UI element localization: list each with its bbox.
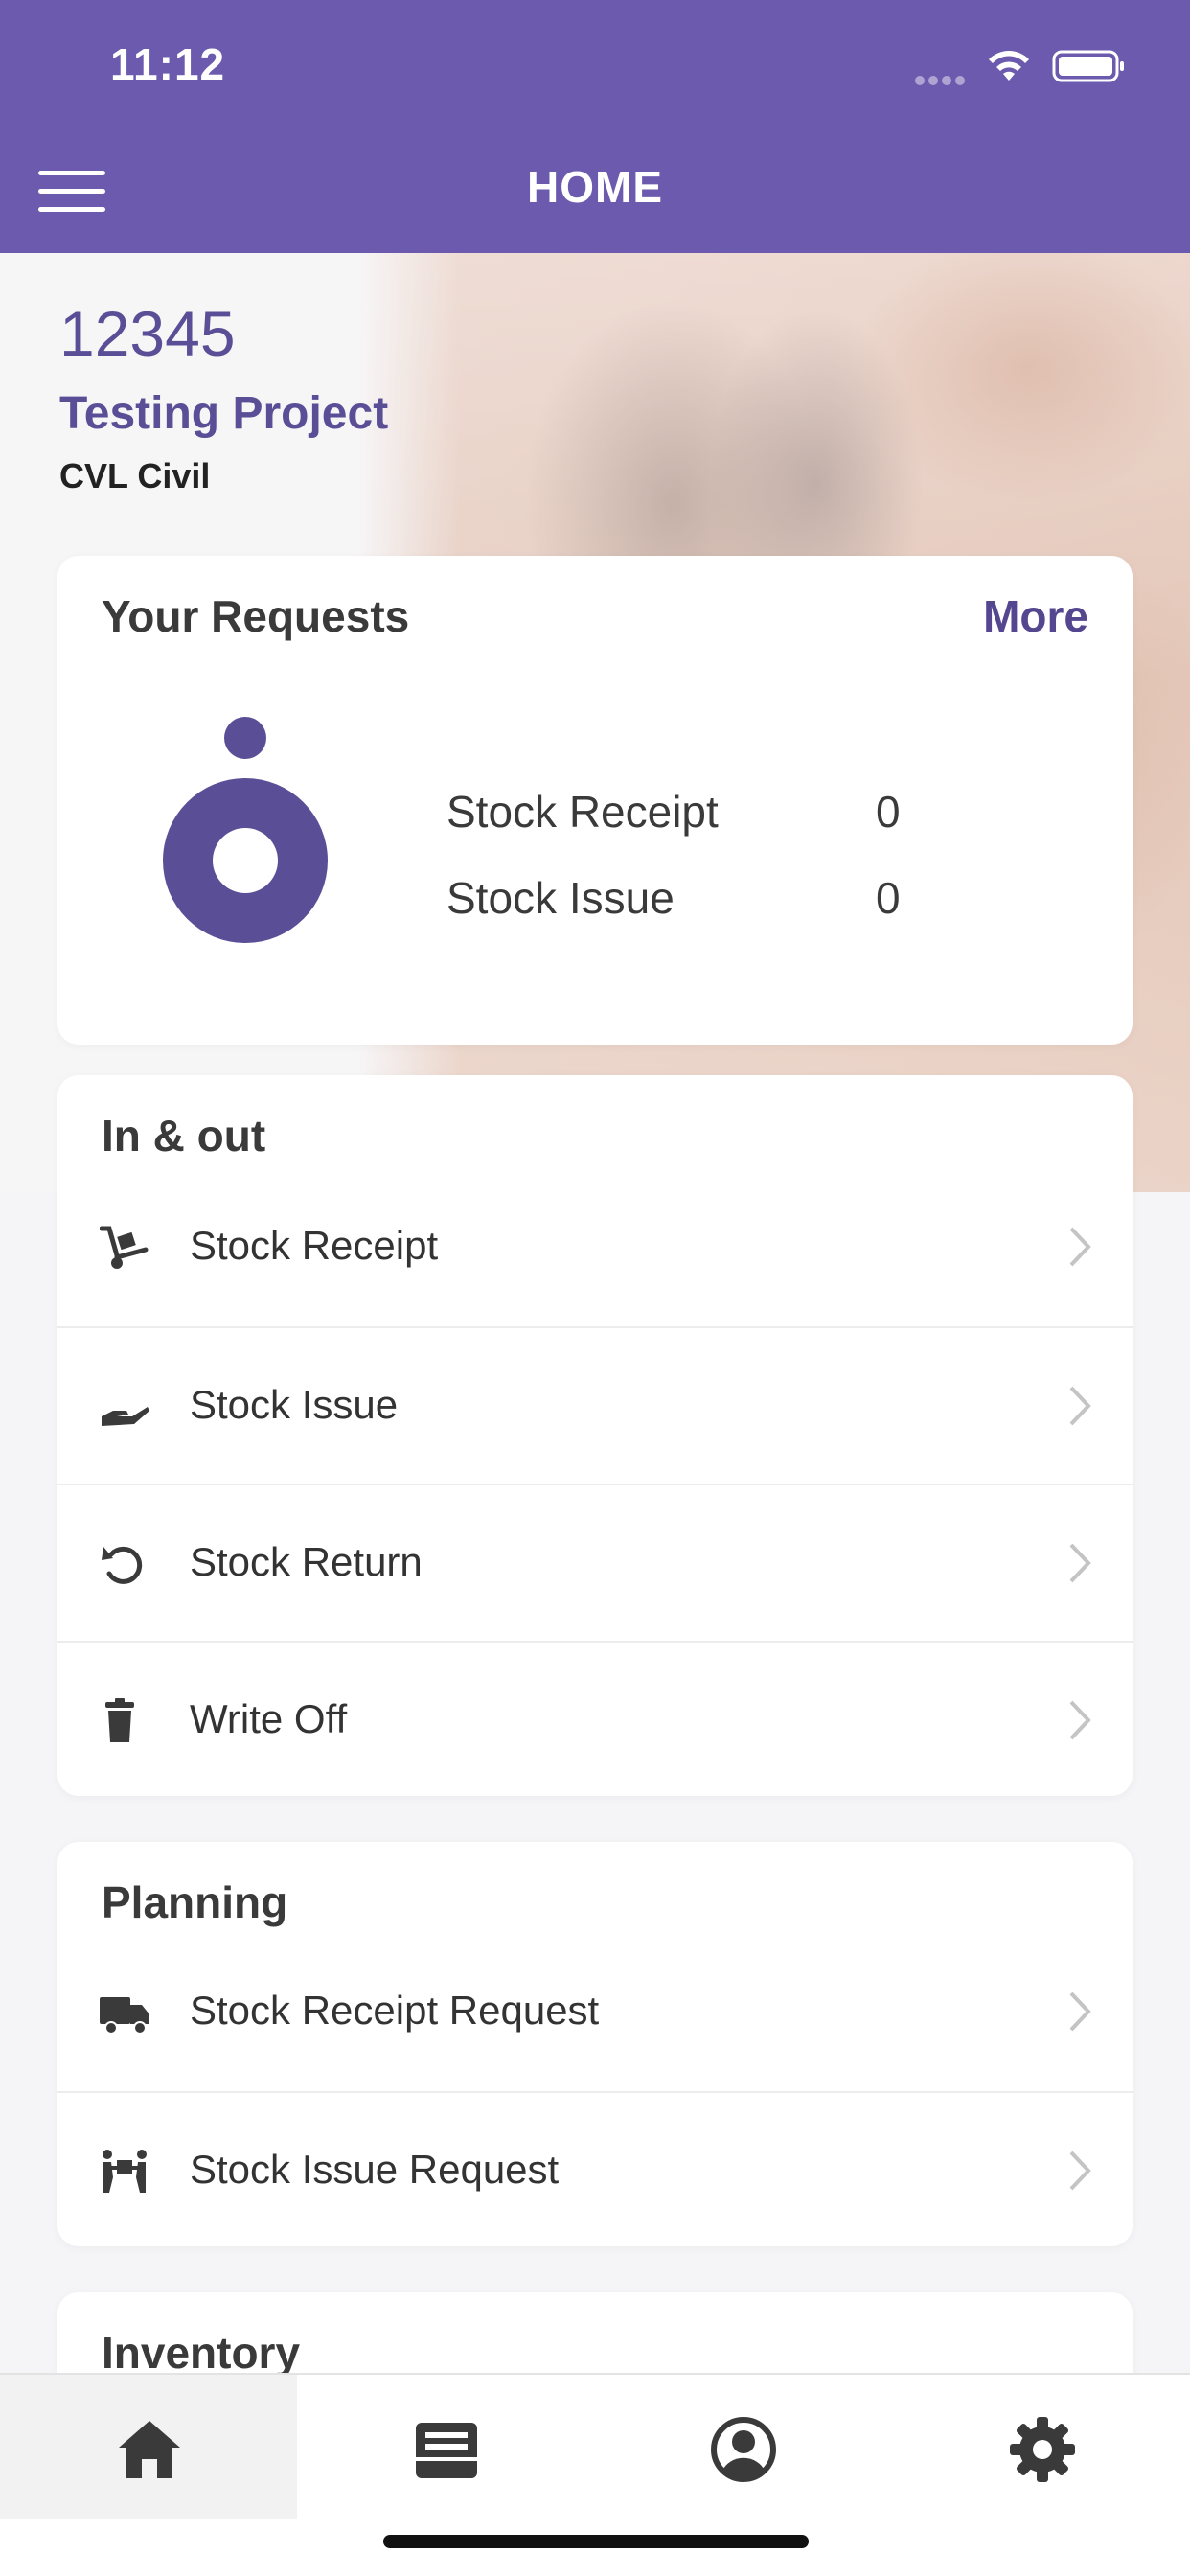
list-item-stock-receipt[interactable]: Stock Receipt: [57, 1169, 1133, 1326]
inbox-icon: [416, 2423, 477, 2478]
list-item-stock-receipt-request[interactable]: Stock Receipt Request: [57, 1934, 1133, 2091]
undo-icon: [102, 1546, 143, 1584]
chevron-right-icon: [1069, 1543, 1091, 1583]
project-name: Testing Project: [59, 388, 389, 439]
signal-icon: [915, 73, 969, 85]
chevron-right-icon: [1069, 1386, 1091, 1426]
people-carry-icon: [103, 2150, 147, 2193]
user-icon: [711, 2417, 776, 2482]
list-item-label: Stock Receipt Request: [190, 1988, 600, 2033]
list-item-label: Write Off: [190, 1696, 348, 1741]
tab-inbox[interactable]: [297, 2375, 594, 2518]
section-title-planning: Planning: [102, 1877, 288, 1927]
request-label: Stock Receipt: [446, 787, 719, 837]
request-count: 0: [876, 787, 901, 837]
status-time: 11:12: [110, 39, 226, 89]
in-out-card: In & out Stock Receipt Stock Issue Stock…: [57, 1075, 1133, 1796]
list-item-stock-issue-request[interactable]: Stock Issue Request: [57, 2091, 1133, 2248]
section-title-in-out: In & out: [102, 1111, 266, 1161]
tab-home[interactable]: [0, 2375, 297, 2518]
planning-card: Planning Stock Receipt Request Stock Iss…: [57, 1842, 1133, 2246]
requests-donut-chart: [163, 717, 328, 943]
hand-icon: [102, 1407, 149, 1426]
requests-title: Your Requests: [102, 591, 410, 641]
list-item-stock-return[interactable]: Stock Return: [57, 1484, 1133, 1641]
chevron-right-icon: [1069, 1700, 1091, 1740]
hand-truck-icon: [100, 1226, 149, 1269]
tab-settings[interactable]: [893, 2375, 1190, 2518]
request-label: Stock Issue: [446, 873, 675, 923]
request-count: 0: [876, 873, 901, 923]
list-item-write-off[interactable]: Write Off: [57, 1641, 1133, 1798]
gear-icon: [1010, 2417, 1075, 2482]
list-item-label: Stock Return: [190, 1539, 423, 1584]
top-bar: 11:12 HOME: [0, 0, 1190, 253]
list-item-stock-issue[interactable]: Stock Issue: [57, 1326, 1133, 1484]
requests-card: Your Requests More Stock Receipt 0 Stock…: [57, 556, 1133, 1045]
chevron-right-icon: [1069, 2150, 1091, 2191]
list-item-label: Stock Issue: [190, 1382, 399, 1427]
wifi-icon: [989, 51, 1029, 80]
request-row-stock-issue: Stock Issue 0: [446, 872, 901, 924]
chevron-right-icon: [1069, 1991, 1091, 2032]
page-title: HOME: [527, 162, 663, 212]
truck-icon: [100, 1997, 149, 2035]
trash-icon: [105, 1698, 134, 1742]
chevron-right-icon: [1069, 1227, 1091, 1267]
home-icon: [119, 2421, 180, 2478]
request-row-stock-receipt: Stock Receipt 0: [446, 786, 901, 838]
list-item-label: Stock Receipt: [190, 1223, 439, 1268]
section-title-inventory: Inventory: [102, 2328, 301, 2378]
home-indicator: [383, 2535, 809, 2548]
more-link[interactable]: More: [983, 590, 1088, 642]
project-id: 12345: [59, 298, 236, 369]
tab-profile[interactable]: [594, 2375, 891, 2518]
project-department: CVL Civil: [59, 456, 211, 495]
list-item-label: Stock Issue Request: [190, 2147, 560, 2192]
battery-icon: [1052, 50, 1124, 82]
